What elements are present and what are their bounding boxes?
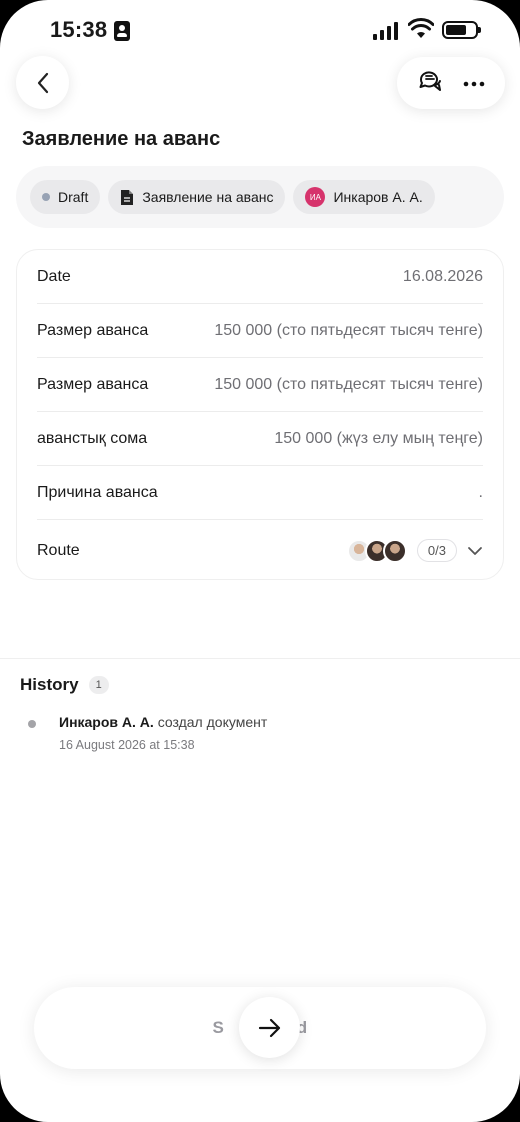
status-chip-label: Draft (58, 189, 89, 205)
cellular-signal-icon (373, 22, 399, 40)
history-title: History (20, 675, 79, 694)
approver-avatars (346, 538, 407, 563)
status-bar: 15:38 (0, 0, 520, 60)
header-actions (397, 57, 505, 109)
page-title: Заявление на аванс (22, 128, 221, 150)
comments-button[interactable] (417, 68, 443, 99)
detail-label: Date (37, 267, 71, 285)
contact-card-icon (114, 21, 130, 41)
detail-value: 150 000 (жүз елу мың теңге) (274, 429, 483, 447)
detail-row-advance-reason: Причина аванса . (37, 466, 483, 520)
route-label: Route (37, 541, 80, 559)
history-item-text: Инкаров А. А. создал документ (59, 714, 267, 730)
detail-value: 150 000 (сто пятьдесят тысяч тенге) (214, 321, 483, 339)
avatar: ИА (305, 187, 326, 207)
more-options-button[interactable] (463, 74, 485, 92)
detail-row-date: Date 16.08.2026 (37, 250, 483, 304)
send-button[interactable] (239, 997, 300, 1058)
more-horizontal-icon (463, 81, 485, 87)
detail-label: Размер аванса (37, 321, 149, 339)
detail-row-advance-amount-2: Размер аванса 150 000 (сто пятьдесят тыс… (37, 358, 483, 412)
detail-row-advance-amount: Размер аванса 150 000 (сто пятьдесят тыс… (37, 304, 483, 358)
route-summary: 0/3 (346, 538, 483, 563)
details-card: Date 16.08.2026 Размер аванса 150 000 (с… (16, 249, 504, 580)
status-time: 15:38 (50, 17, 108, 42)
document-type-chip[interactable]: Заявление на аванс (108, 180, 286, 214)
section-divider (0, 658, 520, 659)
status-chip[interactable]: Draft (30, 180, 101, 214)
route-row[interactable]: Route 0/3 (37, 520, 483, 581)
history-heading: History 1 (20, 675, 109, 695)
battery-icon (442, 21, 481, 39)
avatar (382, 538, 407, 563)
detail-row-advance-sum-kk: аванстық сома 150 000 (жүз елу мың теңге… (37, 412, 483, 466)
timeline-dot-icon (28, 720, 36, 728)
phone-screen: 15:38 Заявление на аванс Draft Заявление… (0, 0, 520, 1122)
chevron-down-icon[interactable] (467, 546, 483, 556)
detail-label: Причина аванса (37, 483, 158, 501)
detail-label: аванстық сома (37, 429, 148, 447)
history-item-author: Инкаров А. А. (59, 714, 154, 730)
wifi-icon (408, 18, 434, 38)
document-icon (121, 189, 134, 205)
author-chip-label: Инкаров А. А. (333, 189, 423, 205)
arrow-right-icon (258, 1018, 280, 1037)
send-label-left: S (212, 1018, 225, 1037)
back-button[interactable] (16, 56, 69, 109)
chat-bubbles-icon (419, 70, 441, 91)
detail-value: . (478, 483, 483, 501)
detail-value: 150 000 (сто пятьдесят тысяч тенге) (214, 375, 483, 393)
detail-value: 16.08.2026 (402, 267, 483, 285)
document-tags: Draft Заявление на аванс ИА Инкаров А. А… (16, 166, 504, 228)
history-count-badge: 1 (88, 676, 109, 694)
history-item-date: 16 August 2026 at 15:38 (59, 738, 195, 752)
status-dot-icon (42, 193, 50, 201)
chevron-left-icon (37, 72, 48, 93)
author-chip[interactable]: ИА Инкаров А. А. (293, 180, 435, 214)
document-type-label: Заявление на аванс (142, 189, 274, 205)
detail-label: Размер аванса (37, 375, 149, 393)
history-item-action: создал документ (157, 714, 268, 730)
route-progress-badge: 0/3 (416, 539, 457, 562)
